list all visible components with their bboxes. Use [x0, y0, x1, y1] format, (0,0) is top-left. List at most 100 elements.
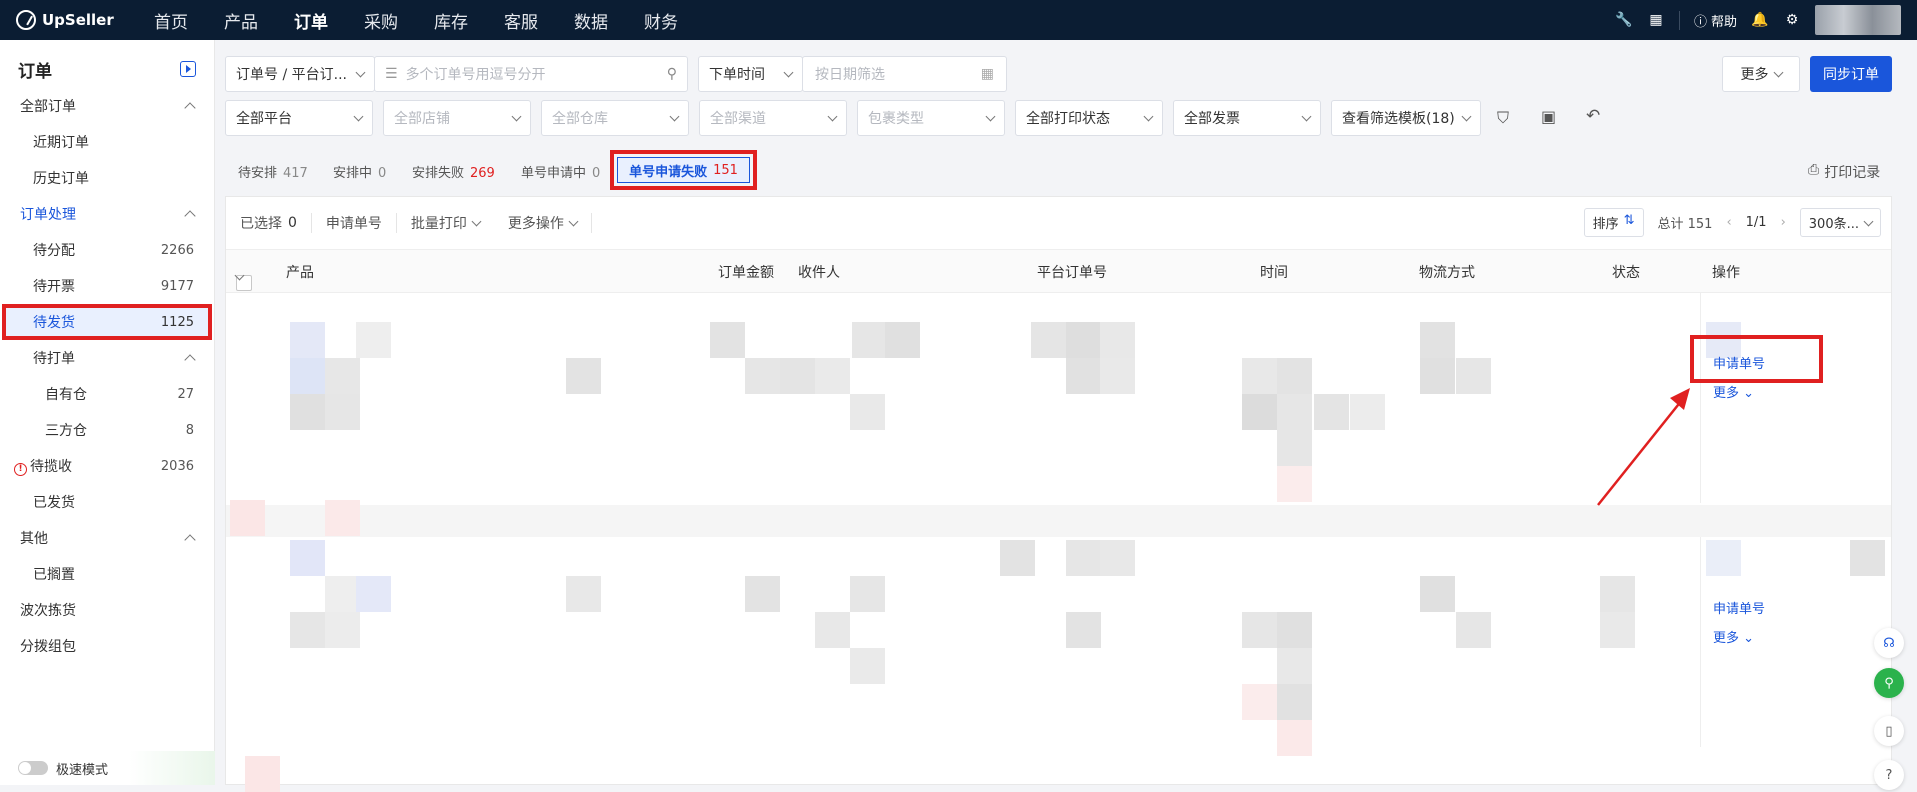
- redacted-pixel: [1277, 394, 1312, 430]
- sidebar-item-label: 待打单: [33, 351, 75, 367]
- nav-data[interactable]: 数据: [556, 8, 626, 33]
- more-operations-button[interactable]: 更多操作: [494, 213, 592, 233]
- nav-products[interactable]: 产品: [206, 8, 276, 33]
- filter-template-select[interactable]: 查看筛选模板(18): [1331, 100, 1481, 136]
- channel-select[interactable]: 全部渠道: [699, 100, 847, 136]
- bell-icon[interactable]: 🔔: [1751, 11, 1769, 29]
- nav-purchase[interactable]: 采购: [346, 8, 416, 33]
- help-float-icon[interactable]: ?: [1874, 760, 1904, 790]
- page-size-value: 300条...: [1808, 217, 1859, 232]
- sidebar-title: 订单: [0, 40, 214, 84]
- row-more-link[interactable]: 更多 ⌄: [1713, 627, 1754, 646]
- wrench-icon[interactable]: 🔧: [1615, 11, 1633, 29]
- sidebar-title-text: 订单: [18, 61, 52, 82]
- sidebar-item-shipped[interactable]: 已发货: [0, 484, 214, 520]
- sidebar-item-other[interactable]: 其他: [0, 520, 214, 556]
- sidebar-item-to-collect[interactable]: ! 待揽收 2036: [0, 448, 214, 484]
- chevron-up-icon: [184, 354, 196, 366]
- platform-select[interactable]: 全部平台: [225, 100, 373, 136]
- nav-home[interactable]: 首页: [136, 8, 206, 33]
- nav-orders[interactable]: 订单: [276, 8, 346, 33]
- chevron-down-icon: [471, 216, 482, 227]
- redacted-pixel: [566, 576, 601, 612]
- next-page-icon[interactable]: ›: [1781, 215, 1786, 230]
- tab-tracking-applying[interactable]: 单号申请中 0: [521, 164, 600, 184]
- invoice-select[interactable]: 全部发票: [1173, 100, 1321, 136]
- mobile-icon[interactable]: ▯: [1874, 716, 1904, 746]
- gear-icon[interactable]: ⚙: [1783, 11, 1801, 29]
- sync-label: 同步订单: [1823, 67, 1879, 83]
- redacted-pixel: [1277, 648, 1312, 684]
- order-number-type-select[interactable]: 订单号 / 平台订...: [225, 56, 375, 92]
- warning-icon: !: [14, 463, 27, 476]
- time-type-select[interactable]: 下单时间: [698, 56, 803, 92]
- sidebar-item-to-ship[interactable]: 待发货 1125: [2, 304, 212, 340]
- sidebar-item-all-orders[interactable]: 全部订单: [0, 88, 214, 124]
- sidebar-item-third-warehouse[interactable]: 三方仓 8: [0, 412, 214, 448]
- invoice-value: 全部发票: [1184, 111, 1240, 127]
- save-icon[interactable]: ▣: [1541, 107, 1556, 126]
- sidebar-item-history[interactable]: 历史订单: [0, 160, 214, 196]
- speed-mode-toggle[interactable]: [18, 761, 48, 775]
- redacted-pixel: [325, 358, 360, 394]
- help-button[interactable]: ⓘ 帮助: [1678, 10, 1737, 30]
- row-more-link[interactable]: 更多 ⌄: [1713, 382, 1754, 401]
- sidebar-item-shelved[interactable]: 已搁置: [0, 556, 214, 592]
- avatar[interactable]: [1815, 5, 1901, 35]
- tab-to-arrange[interactable]: 待安排 417: [238, 164, 308, 184]
- redacted-pixel: [1277, 466, 1312, 502]
- warehouse-value: 全部仓库: [552, 111, 608, 127]
- sidebar-item-count: 2266: [160, 242, 194, 258]
- sidebar-item-to-print[interactable]: 待打单: [0, 340, 214, 376]
- print-status-select[interactable]: 全部打印状态: [1015, 100, 1163, 136]
- sync-orders-button[interactable]: 同步订单: [1810, 56, 1892, 92]
- sidebar-item-to-assign[interactable]: 待分配 2266: [0, 232, 214, 268]
- sidebar-item-own-warehouse[interactable]: 自有仓 27: [0, 376, 214, 412]
- tab-arranging[interactable]: 安排中 0: [333, 164, 386, 184]
- redacted-pixel: [1242, 684, 1277, 720]
- sort-button[interactable]: 排序 ⇅: [1583, 208, 1644, 237]
- tab-tracking-failed[interactable]: 单号申请失败 151: [617, 157, 750, 183]
- nav-service[interactable]: 客服: [486, 8, 556, 33]
- sidebar-item-wave-pick[interactable]: 波次拣货: [0, 592, 214, 628]
- sidebar: 订单 全部订单 近期订单 历史订单 订单处理 待分配 2266 待开票 9177 待…: [0, 40, 215, 785]
- customer-service-icon[interactable]: ☊: [1874, 628, 1904, 658]
- warehouse-select[interactable]: 全部仓库: [541, 100, 689, 136]
- store-select[interactable]: 全部店铺: [383, 100, 531, 136]
- redacted-pixel: [1000, 540, 1035, 576]
- printer-icon: ⎙: [1808, 162, 1820, 178]
- sort-icon: ⇅: [1623, 213, 1635, 228]
- col-amount: 订单金额: [718, 265, 774, 281]
- row-apply-tracking-link[interactable]: 申请单号: [1713, 598, 1765, 617]
- batch-print-button[interactable]: 批量打印: [397, 213, 494, 233]
- selected-count: 已选择 0: [226, 213, 312, 233]
- app-logo[interactable]: UpSeller: [16, 10, 136, 30]
- apps-grid-icon[interactable]: ▦: [1647, 11, 1665, 29]
- more-button[interactable]: 更多: [1722, 56, 1800, 92]
- prev-page-icon[interactable]: ‹: [1726, 215, 1731, 230]
- sidebar-item-recent[interactable]: 近期订单: [0, 124, 214, 160]
- search-icon[interactable]: ⚲: [667, 66, 677, 82]
- row-apply-tracking-link[interactable]: 申请单号: [1713, 353, 1765, 372]
- more-ops-label: 更多操作: [507, 216, 564, 232]
- order-search-input[interactable]: ☰ 多个订单号用逗号分开 ⚲: [374, 56, 688, 92]
- sidebar-item-label: 待揽收: [30, 459, 72, 475]
- search-float-icon[interactable]: ⚲: [1874, 668, 1904, 698]
- sidebar-item-sort-pack[interactable]: 分拨组包: [0, 628, 214, 664]
- date-filter-input[interactable]: 按日期筛选 ▦: [802, 56, 1007, 92]
- nav-inventory[interactable]: 库存: [416, 8, 486, 33]
- package-type-select[interactable]: 包裹类型: [857, 100, 1005, 136]
- page-size-select[interactable]: 300条...: [1799, 208, 1881, 237]
- redacted-pixel: [290, 322, 325, 358]
- reset-icon[interactable]: ↶: [1586, 106, 1600, 126]
- chevron-up-icon: [184, 210, 196, 222]
- red-arrow-annotation: [1597, 388, 1690, 506]
- filter-icon[interactable]: ⛉: [1497, 108, 1509, 128]
- nav-finance[interactable]: 财务: [626, 8, 696, 33]
- tab-arrange-failed[interactable]: 安排失败 269: [412, 164, 495, 184]
- sidebar-item-processing[interactable]: 订单处理: [0, 196, 214, 232]
- print-log-button[interactable]: ⎙ 打印记录: [1808, 162, 1880, 182]
- collapse-sidebar-icon[interactable]: [180, 61, 196, 77]
- apply-tracking-button[interactable]: 申请单号: [312, 213, 397, 233]
- sidebar-item-to-invoice[interactable]: 待开票 9177: [0, 268, 214, 304]
